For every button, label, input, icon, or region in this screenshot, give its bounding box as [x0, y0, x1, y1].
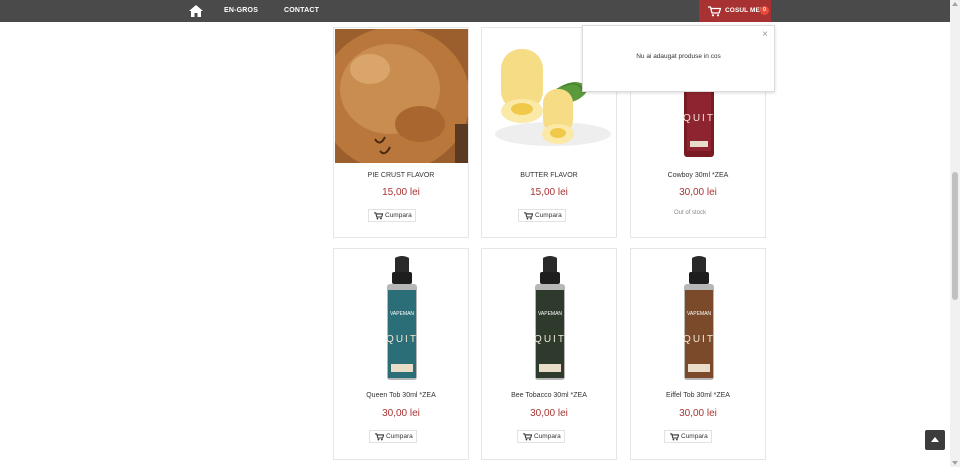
product-name[interactable]: BUTTER FLAVOR — [482, 172, 616, 179]
product-name[interactable]: Bee Tobacco 30ml *ZEA — [482, 392, 616, 399]
nav-link-en-gros[interactable]: EN-GROS — [224, 0, 258, 22]
product-image-bottle-teal[interactable]: VAPEMAN QUIT — [335, 250, 468, 384]
buy-button[interactable]: Cumpara — [518, 209, 566, 222]
scroll-up-icon[interactable] — [952, 2, 958, 6]
bottle-line-text: QUIT — [683, 334, 715, 345]
product-name[interactable]: Queen Tob 30ml *ZEA — [334, 392, 468, 399]
buy-button-label: Cumpara — [534, 433, 561, 440]
product-price: 15,00 lei — [530, 187, 568, 198]
product-name[interactable]: Cowboy 30ml *ZEA — [631, 172, 765, 179]
out-of-stock-label: Out of stock — [673, 210, 706, 216]
cart-icon — [670, 433, 679, 441]
bottle-line-text: QUIT — [683, 113, 715, 124]
top-navbar: EN-GROS CONTACT COSUL MEU 0 — [0, 0, 950, 22]
product-name[interactable]: PIE CRUST FLAVOR — [334, 172, 468, 179]
cart-icon — [523, 433, 532, 441]
product-price: 30,00 lei — [530, 408, 568, 419]
bottle-line-text: QUIT — [534, 334, 566, 345]
bottle-brand-text: VAPEMAN — [538, 311, 562, 317]
buy-button-label: Cumpara — [535, 212, 562, 219]
cart-icon — [375, 433, 384, 441]
back-to-top-button[interactable] — [925, 430, 945, 450]
buy-button-label: Cumpara — [681, 433, 708, 440]
product-price: 30,00 lei — [679, 187, 717, 198]
buy-button[interactable]: Cumpara — [664, 430, 712, 443]
cart-icon — [374, 212, 383, 220]
buy-button-label: Cumpara — [385, 212, 412, 219]
buy-button[interactable]: Cumpara — [517, 430, 565, 443]
product-name[interactable]: Eiffel Tob 30ml *ZEA — [631, 392, 765, 399]
product-card[interactable]: VAPEMAN QUIT Bee Tobacco 30ml *ZEA 30,00… — [481, 248, 617, 460]
product-image-bottle-dark[interactable]: VAPEMAN QUIT — [483, 250, 616, 384]
product-image-pie-crust[interactable] — [335, 29, 468, 163]
cart-icon — [708, 6, 721, 17]
arrow-up-icon — [931, 437, 939, 442]
buy-button[interactable]: Cumpara — [368, 209, 416, 222]
cart-count-badge: 0 — [760, 6, 769, 15]
scrollbar-thumb[interactable] — [952, 172, 958, 300]
product-price: 30,00 lei — [382, 408, 420, 419]
buy-button[interactable]: Cumpara — [369, 430, 417, 443]
product-image-bottle-brown[interactable]: VAPEMAN QUIT — [632, 250, 765, 384]
product-card[interactable]: PIE CRUST FLAVOR 15,00 lei Cumpara — [333, 27, 469, 238]
bottle-line-text: QUIT — [386, 334, 418, 345]
page-scrollbar[interactable] — [950, 0, 960, 467]
cart-popup: × Nu ai adaugat produse in cos — [582, 25, 775, 92]
home-icon[interactable] — [189, 5, 203, 17]
product-price: 15,00 lei — [382, 187, 420, 198]
buy-button-label: Cumpara — [386, 433, 413, 440]
product-price: 30,00 lei — [679, 408, 717, 419]
cart-icon — [524, 212, 533, 220]
scroll-down-icon[interactable] — [952, 461, 958, 465]
cart-label: COSUL MEU — [725, 7, 765, 14]
close-icon[interactable]: × — [762, 30, 768, 40]
product-card[interactable]: VAPEMAN QUIT Eiffel Tob 30ml *ZEA 30,00 … — [630, 248, 766, 460]
bottle-brand-text: VAPEMAN — [390, 311, 414, 317]
cart-button[interactable]: COSUL MEU 0 — [699, 0, 771, 22]
bottle-brand-text: VAPEMAN — [687, 311, 711, 317]
product-card[interactable]: VAPEMAN QUIT Queen Tob 30ml *ZEA 30,00 l… — [333, 248, 469, 460]
nav-link-contact[interactable]: CONTACT — [284, 0, 319, 22]
cart-empty-message: Nu ai adaugat produse in cos — [636, 53, 721, 60]
